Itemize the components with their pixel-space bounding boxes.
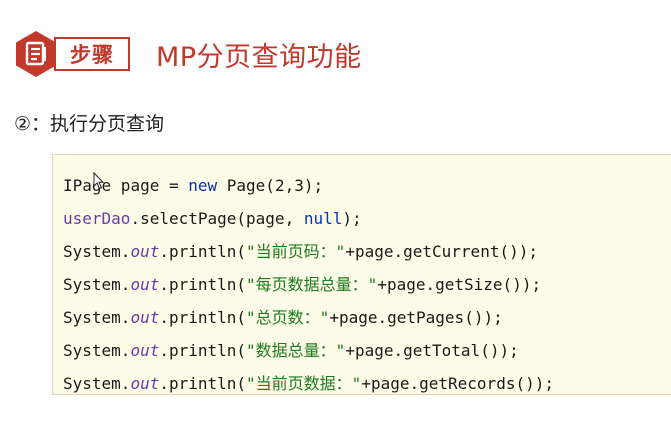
code-line-3: System.out.println("当前页码："+page.getCurre… (63, 242, 538, 261)
code-line-4: System.out.println("每页数据总量："+page.getSiz… (63, 275, 542, 294)
text-cursor-icon (93, 171, 105, 190)
code-line-2: userDao.selectPage(page, null); (63, 209, 362, 228)
code-line-1: IPage page = new Page(2,3); (63, 176, 324, 195)
page-title: MP分页查询功能 (156, 41, 362, 73)
code-line-7: System.out.println("当前页数据："+page.getReco… (63, 374, 554, 393)
code-line-5: System.out.println("总页数："+page.getPages(… (63, 308, 503, 327)
step-subtitle: ②：执行分页查询 (14, 113, 165, 135)
step-badge: 步骤 (54, 37, 130, 71)
code-line-6: System.out.println("数据总量："+page.getTotal… (63, 341, 519, 360)
code-block: IPage page = new Page(2,3); userDao.sele… (52, 154, 671, 395)
document-icon (14, 30, 58, 78)
slide-header: 步骤 MP分页查询功能 (14, 30, 362, 78)
step-label: 步骤 (70, 43, 114, 67)
